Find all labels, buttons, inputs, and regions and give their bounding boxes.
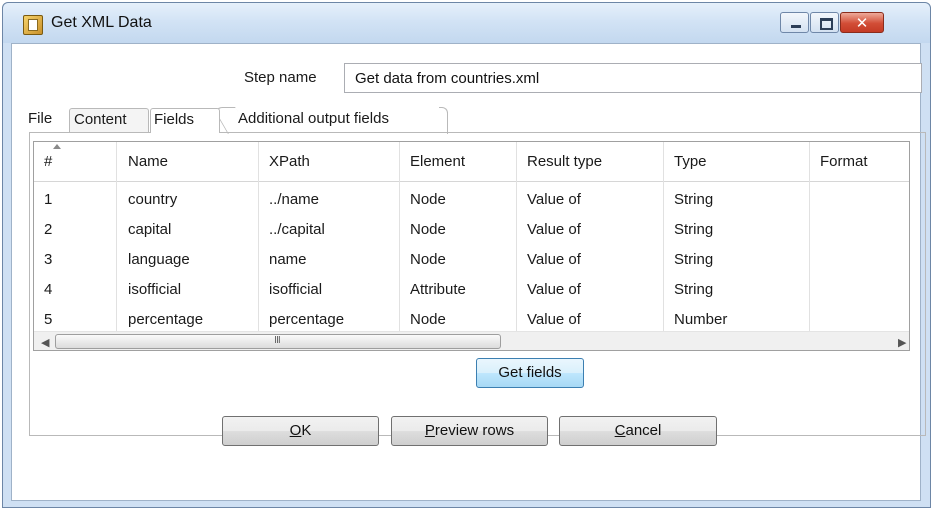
step-name-input[interactable] [344, 63, 922, 93]
row-5-name[interactable]: percentage [128, 311, 203, 328]
column-type: Type String String String String Number [664, 142, 810, 350]
row-2-name[interactable]: capital [128, 221, 171, 238]
row-3-element[interactable]: Node [410, 251, 446, 268]
row-5-number: 5 [44, 311, 53, 328]
close-icon: ✕ [855, 14, 869, 32]
row-4-result-type[interactable]: Value of [527, 281, 581, 298]
tab-additional-output-fields[interactable]: Additional output fields [232, 107, 448, 134]
row-5-result-type[interactable]: Value of [527, 311, 581, 328]
cancel-mnemonic: C [614, 422, 626, 439]
row-4-element[interactable]: Attribute [410, 281, 466, 298]
dialog-window: Get XML Data ✕ Step name File Content Fi… [2, 2, 931, 508]
header-element[interactable]: Element [410, 153, 465, 170]
row-1-element[interactable]: Node [410, 191, 446, 208]
scrollbar-grip: III [274, 335, 281, 346]
title-bar[interactable]: Get XML Data ✕ [3, 3, 930, 43]
row-4-xpath[interactable]: isofficial [269, 281, 322, 298]
row-1-xpath[interactable]: ../name [269, 191, 319, 208]
minimize-icon [791, 25, 801, 28]
column-format: Format [810, 142, 909, 350]
ok-mnemonic: O [289, 422, 302, 439]
preview-mnemonic: P [424, 422, 435, 439]
row-3-name[interactable]: language [128, 251, 190, 268]
row-5-xpath[interactable]: percentage [269, 311, 344, 328]
maximize-icon [820, 18, 833, 30]
row-3-xpath[interactable]: name [269, 251, 307, 268]
horizontal-scrollbar[interactable]: ◀ III ▶ [34, 331, 909, 350]
row-4-number: 4 [44, 281, 53, 298]
cancel-button[interactable]: Cancel [559, 416, 717, 446]
row-2-xpath[interactable]: ../capital [269, 221, 325, 238]
row-3-result-type[interactable]: Value of [527, 251, 581, 268]
scroll-right-icon[interactable]: ▶ [898, 336, 906, 349]
scrollbar-thumb[interactable]: III [55, 334, 501, 349]
row-1-number: 1 [44, 191, 53, 208]
row-2-type[interactable]: String [674, 221, 713, 238]
row-5-type[interactable]: Number [674, 311, 727, 328]
tab-fields[interactable]: Fields [150, 108, 220, 133]
column-result-type: Result type Value of Value of Value of V… [517, 142, 664, 350]
column-element: Element Node Node Node Attribute Node [400, 142, 517, 350]
header-number[interactable]: # [44, 153, 52, 170]
header-name[interactable]: Name [128, 153, 168, 170]
tab-file[interactable]: File [28, 108, 52, 132]
column-xpath: XPath ../name ../capital name isofficial… [259, 142, 400, 350]
sort-ascending-icon [53, 144, 61, 149]
row-2-element[interactable]: Node [410, 221, 446, 238]
header-xpath[interactable]: XPath [269, 153, 310, 170]
preview-rows-label: Preview rows [425, 422, 514, 439]
row-4-name[interactable]: isofficial [128, 281, 181, 298]
row-3-type[interactable]: String [674, 251, 713, 268]
tab-content[interactable]: Content [69, 108, 149, 132]
row-2-result-type[interactable]: Value of [527, 221, 581, 238]
row-1-name[interactable]: country [128, 191, 177, 208]
close-button[interactable]: ✕ [840, 12, 884, 33]
ok-button[interactable]: OK [222, 416, 379, 446]
get-fields-label: Get fields [498, 364, 562, 381]
row-3-number: 3 [44, 251, 53, 268]
row-1-type[interactable]: String [674, 191, 713, 208]
cancel-label: Cancel [615, 422, 662, 439]
preview-rows-button[interactable]: Preview rows [391, 416, 548, 446]
get-fields-button[interactable]: Get fields [476, 358, 584, 388]
row-5-element[interactable]: Node [410, 311, 446, 328]
ok-label: OK [290, 422, 312, 439]
step-name-label: Step name [244, 69, 317, 86]
scroll-left-icon[interactable]: ◀ [41, 336, 49, 349]
minimize-button[interactable] [780, 12, 809, 33]
column-number: # 1 2 3 4 5 [34, 142, 117, 350]
row-2-number: 2 [44, 221, 53, 238]
column-name: Name country capital language isofficial… [117, 142, 259, 350]
maximize-button[interactable] [810, 12, 839, 33]
window-title: Get XML Data [51, 14, 152, 31]
row-1-result-type[interactable]: Value of [527, 191, 581, 208]
ok-label-rest: K [301, 422, 312, 439]
header-result-type[interactable]: Result type [527, 153, 602, 170]
row-4-type[interactable]: String [674, 281, 713, 298]
cancel-label-rest: ancel [625, 422, 662, 439]
fields-table[interactable]: # 1 2 3 4 5 Name country capital languag… [33, 141, 910, 351]
header-type[interactable]: Type [674, 153, 707, 170]
preview-label-rest: review rows [434, 422, 515, 439]
app-icon [23, 15, 43, 35]
header-format[interactable]: Format [820, 153, 868, 170]
